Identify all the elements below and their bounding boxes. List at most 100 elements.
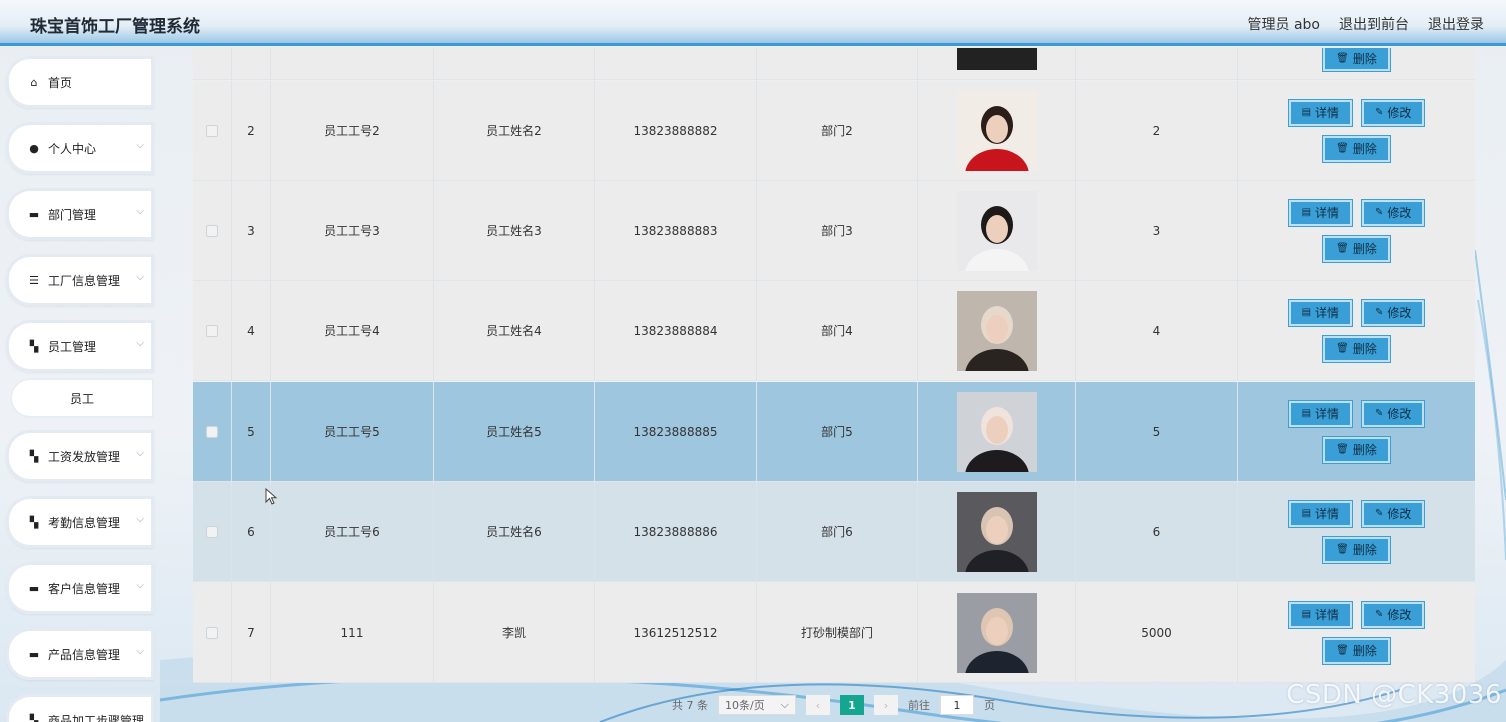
edit-button[interactable]: ✎ 修改 [1361, 98, 1426, 127]
employee-name: 员工姓名4 [434, 281, 595, 380]
employee-name: 员工姓名6 [434, 482, 595, 581]
admin-user-label[interactable]: 管理员 abo [1248, 14, 1320, 34]
sidebar-item-label: 工厂信息管理 [48, 273, 121, 288]
trash-icon: 🗑 [1336, 243, 1349, 254]
detail-button[interactable]: ▤ 详情 [1287, 399, 1354, 428]
exit-to-front-link[interactable]: 退出到前台 [1339, 14, 1409, 34]
detail-button[interactable]: ▤ 详情 [1287, 198, 1354, 227]
employee-photo [956, 290, 1037, 371]
employee-photo [956, 391, 1037, 472]
pencil-icon: ✎ [1375, 408, 1384, 419]
logout-link[interactable]: 退出登录 [1428, 14, 1484, 34]
detail-button[interactable]: ▤ 详情 [1287, 298, 1354, 327]
sidebar-item-factory[interactable]: ☰ 工厂信息管理 ⌵ [6, 254, 154, 306]
trash-icon: 🗑 [1336, 444, 1349, 455]
page-size-select[interactable]: 10条/页 ⌵ [718, 695, 796, 715]
row-actions: ▤ 详情 ✎ 修改 🗑 删除 [1238, 583, 1475, 682]
sidebar-item-label: 首页 [48, 75, 73, 90]
employee-value: 4 [1076, 281, 1238, 380]
row-checkbox[interactable] [206, 224, 218, 237]
mouse-cursor-icon [265, 488, 278, 505]
chevron-down-icon: ⌵ [136, 646, 144, 657]
employee-phone: 13823888882 [595, 81, 757, 180]
detail-button[interactable]: ▤ 详情 [1287, 98, 1354, 127]
sidebar-subitem-employee[interactable]: 员工 [10, 378, 154, 418]
edit-button[interactable]: ✎ 修改 [1361, 499, 1426, 528]
user-icon: ● [29, 141, 39, 155]
delete-button[interactable]: 🗑 删除 [1322, 535, 1391, 564]
trash-icon: 🗑 [1336, 52, 1349, 64]
row-index: 4 [232, 281, 271, 380]
trash-icon: 🗑 [1336, 645, 1349, 656]
row-checkbox[interactable] [206, 124, 218, 137]
sidebar-item-processing-steps[interactable]: ▚ 商品加工步骤管理 ⌵ [6, 694, 154, 722]
trash-icon: 🗑 [1336, 143, 1349, 154]
delete-button[interactable]: 🗑 删除 [1322, 636, 1391, 665]
edit-button[interactable]: ✎ 修改 [1361, 399, 1426, 428]
pencil-icon: ✎ [1375, 508, 1384, 519]
employee-photo [956, 592, 1037, 673]
delete-button[interactable]: 🗑 删除 [1322, 48, 1391, 72]
edit-button[interactable]: ✎ 修改 [1361, 198, 1426, 227]
employee-number: 员工工号5 [271, 382, 434, 481]
employee-table: 🗑 删除 2 员工工号2 员工姓名2 13823888882 部门2 2 ▤ 详情 ✎ 修改 🗑 删除 3… [193, 48, 1475, 684]
sidebar-item-department[interactable]: ▬ 部门管理 ⌵ [6, 188, 154, 240]
delete-button[interactable]: 🗑 删除 [1322, 334, 1391, 363]
home-icon: ⌂ [30, 75, 38, 89]
page-number-current[interactable]: 1 [840, 695, 864, 715]
folder-icon: ▬ [28, 581, 40, 595]
sidebar-item-employee-management[interactable]: ▚ 员工管理 ⌵ [6, 320, 154, 372]
prev-page-button[interactable]: ‹ [806, 695, 830, 715]
delete-button[interactable]: 🗑 删除 [1322, 234, 1391, 263]
employee-department: 部门4 [757, 281, 918, 380]
sidebar-item-label: 个人中心 [48, 141, 97, 156]
edit-button[interactable]: ✎ 修改 [1361, 600, 1426, 629]
total-count: 共 7 条 [672, 699, 708, 712]
document-icon: ▤ [1301, 508, 1312, 519]
table-row: 7 111 李凯 13612512512 打砂制模部门 5000 ▤ 详情 ✎ 修改 🗑 删除 [193, 583, 1475, 683]
employee-number: 员工工号2 [271, 81, 434, 180]
employee-phone: 13823888884 [595, 281, 757, 380]
employee-value: 3 [1076, 181, 1238, 280]
app-title: 珠宝首饰工厂管理系统 [30, 17, 200, 37]
employee-number: 员工工号6 [271, 482, 434, 581]
grid-icon: ▚ [29, 713, 39, 722]
delete-button[interactable]: 🗑 删除 [1322, 435, 1391, 464]
table-row: 🗑 删除 [193, 48, 1475, 80]
sidebar-item-salary[interactable]: ▚ 工资发放管理 ⌵ [6, 430, 154, 482]
row-checkbox[interactable] [206, 525, 218, 538]
sidebar-item-customer[interactable]: ▬ 客户信息管理 ⌵ [6, 562, 154, 614]
chevron-down-icon: ⌵ [136, 140, 144, 151]
sidebar-item-personal-center[interactable]: ● 个人中心 ⌵ [6, 122, 154, 174]
row-checkbox[interactable] [206, 324, 218, 337]
employee-phone: 13823888885 [595, 382, 757, 481]
sidebar: ⌂ 首页 ● 个人中心 ⌵ ▬ 部门管理 ⌵ ☰ 工厂信息管理 ⌵ ▚ 员工管理… [0, 48, 160, 722]
row-checkbox[interactable] [206, 626, 218, 639]
employee-phone: 13612512512 [595, 583, 757, 682]
detail-button[interactable]: ▤ 详情 [1287, 499, 1354, 528]
table-row: 4 员工工号4 员工姓名4 13823888884 部门4 4 ▤ 详情 ✎ 修改 🗑 删除 [193, 281, 1475, 381]
table-row: 3 员工工号3 员工姓名3 13823888883 部门3 3 ▤ 详情 ✎ 修改 🗑 删除 [193, 181, 1475, 281]
pagination: 共 7 条 10条/页 ⌵ ‹ 1 › 前往 1 页 [672, 694, 995, 716]
delete-button[interactable]: 🗑 删除 [1322, 134, 1391, 163]
employee-name: 员工姓名5 [434, 382, 595, 481]
header-links: 管理员 abo 退出到前台 退出登录 [1248, 14, 1484, 34]
document-icon: ▤ [1301, 307, 1312, 318]
sidebar-item-attendance[interactable]: ▚ 考勤信息管理 ⌵ [6, 496, 154, 548]
edit-button[interactable]: ✎ 修改 [1361, 298, 1426, 327]
employee-department: 部门6 [757, 482, 918, 581]
goto-page-input[interactable]: 1 [940, 695, 974, 715]
chevron-down-icon: ⌵ [136, 206, 144, 217]
employee-value: 5000 [1076, 583, 1238, 682]
sidebar-item-home[interactable]: ⌂ 首页 [6, 56, 154, 108]
employee-name: 员工姓名3 [434, 181, 595, 280]
row-actions: ▤ 详情 ✎ 修改 🗑 删除 [1238, 81, 1475, 180]
next-page-button[interactable]: › [874, 695, 898, 715]
employee-photo [956, 90, 1037, 171]
trash-icon: 🗑 [1336, 343, 1349, 354]
detail-button[interactable]: ▤ 详情 [1287, 600, 1354, 629]
sidebar-item-product[interactable]: ▬ 产品信息管理 ⌵ [6, 628, 154, 680]
employee-value: 6 [1076, 482, 1238, 581]
row-checkbox[interactable] [206, 425, 218, 438]
row-index: 5 [232, 382, 271, 481]
